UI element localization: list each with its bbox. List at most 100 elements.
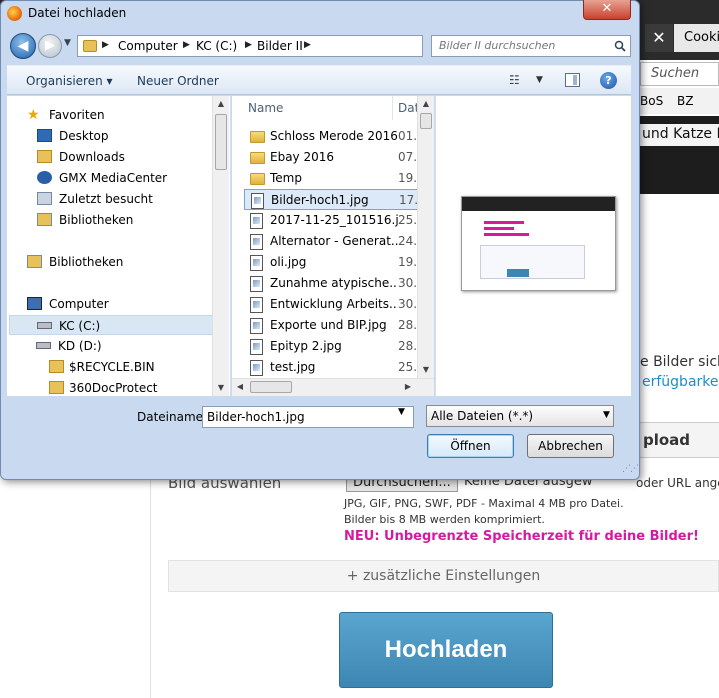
- scroll-down-icon[interactable]: ▼: [418, 362, 434, 378]
- bookmarks-bar: BoS BZ: [630, 88, 719, 114]
- filetype-dropdown-icon[interactable]: ▼: [603, 410, 610, 420]
- extra-settings-button[interactable]: + zusätzliche Einstellungen: [168, 560, 719, 592]
- folder-icon: [250, 152, 265, 164]
- new-folder-button[interactable]: Neuer Ordner: [137, 74, 219, 88]
- view-dropdown-icon[interactable]: ▼: [536, 75, 543, 85]
- file-row[interactable]: Zunahme atypische... 30.1: [244, 273, 434, 294]
- scroll-thumb[interactable]: [250, 381, 292, 393]
- nav-desktop[interactable]: Desktop: [37, 126, 109, 146]
- nav-libraries-fav[interactable]: Bibliotheken: [37, 210, 133, 230]
- folder-icon: [49, 360, 64, 373]
- folder-search-input[interactable]: Bilder II durchsuchen: [431, 35, 631, 57]
- or-url-text: oder URL angeb: [636, 476, 719, 490]
- nav-gmx[interactable]: GMX MediaCenter: [37, 168, 167, 188]
- column-divider[interactable]: [392, 96, 393, 120]
- preview-pane-icon[interactable]: [565, 73, 580, 87]
- file-name: Schloss Merode 2016: [270, 129, 398, 143]
- file-list: Name Dat Schloss Merode 2016 01.1 Ebay 201…: [232, 96, 434, 396]
- folder-icon: [49, 381, 64, 394]
- scroll-thumb[interactable]: [215, 114, 227, 170]
- nav-drive-d[interactable]: KD (D:): [36, 336, 102, 356]
- nav-label: Bibliotheken: [49, 255, 124, 269]
- breadcrumb-computer[interactable]: Computer: [118, 39, 178, 53]
- promo-text: NEU: Unbegrenzte Speicherzeit für deine …: [344, 529, 699, 544]
- search-icon[interactable]: [614, 40, 626, 52]
- chevron-right-icon[interactable]: ▶: [183, 40, 190, 50]
- open-button[interactable]: Öffnen: [427, 434, 514, 458]
- cancel-button[interactable]: Abbrechen: [527, 434, 614, 458]
- filename-dropdown-icon[interactable]: ▼: [398, 407, 405, 417]
- nav-folder-360[interactable]: 360DocProtect: [49, 378, 158, 396]
- file-row[interactable]: Ebay 2016 07.0: [244, 147, 434, 168]
- recent-icon: [37, 192, 52, 205]
- chevron-right-icon[interactable]: ▶: [304, 40, 311, 50]
- resize-grip-icon[interactable]: ⋰⋰: [622, 464, 639, 474]
- back-button[interactable]: ◀: [10, 33, 36, 59]
- bookmark-bz[interactable]: BZ: [677, 94, 693, 108]
- file-row[interactable]: Alternator - Generat... 24.1: [244, 231, 434, 252]
- file-name: Bilder-hoch1.jpg: [271, 193, 369, 207]
- nav-folder-recycle[interactable]: $RECYCLE.BIN: [49, 357, 155, 377]
- column-name[interactable]: Name: [248, 101, 283, 115]
- image-file-icon: [250, 255, 263, 271]
- view-icon[interactable]: ☷: [509, 73, 525, 87]
- close-button[interactable]: ✕: [583, 0, 631, 20]
- scroll-thumb[interactable]: [420, 113, 432, 129]
- image-file-icon: [250, 297, 263, 313]
- compress-text: Bilder bis 8 MB werden komprimiert.: [344, 513, 545, 526]
- tab-cookie[interactable]: Cookie: [674, 24, 719, 52]
- chevron-right-icon[interactable]: ▶: [102, 40, 109, 50]
- nav-recent[interactable]: Zuletzt besucht: [37, 189, 153, 209]
- file-row[interactable]: Exporte und BIP.jpg 28.1: [244, 315, 434, 336]
- file-name: Ebay 2016: [270, 150, 335, 164]
- info-link[interactable]: erfügbarkei: [642, 374, 719, 390]
- scroll-up-icon[interactable]: ▲: [418, 96, 434, 112]
- nav-drive-c[interactable]: KC (C:): [9, 315, 213, 335]
- image-file-icon: [250, 276, 263, 292]
- scroll-right-icon[interactable]: ▶: [400, 379, 416, 395]
- scroll-down-icon[interactable]: ▼: [213, 380, 229, 396]
- nav-computer[interactable]: Computer: [27, 294, 109, 314]
- help-icon[interactable]: ?: [600, 72, 617, 89]
- tab-upload[interactable]: pload: [636, 422, 719, 458]
- image-file-icon: [250, 360, 263, 376]
- organize-menu[interactable]: Organisieren ▾: [26, 74, 113, 88]
- breadcrumb-folder[interactable]: Bilder II: [257, 39, 303, 53]
- file-row[interactable]: test.jpg 25.1: [244, 357, 434, 378]
- file-row[interactable]: 2017-11-25_101516.j... 25.1: [244, 210, 434, 231]
- nav-label: 360DocProtect: [69, 381, 158, 395]
- tab-close-icon[interactable]: ✕: [645, 24, 673, 52]
- scroll-left-icon[interactable]: ◀: [232, 379, 248, 395]
- nav-label: KC (C:): [59, 319, 101, 333]
- bookmark-bos[interactable]: BoS: [640, 94, 663, 108]
- preview-thumbnail: [461, 196, 616, 291]
- filetype-select[interactable]: Alle Dateien (*.*): [426, 405, 614, 427]
- nav-downloads[interactable]: Downloads: [37, 147, 125, 167]
- file-name: Epityp 2.jpg: [270, 339, 342, 353]
- chevron-right-icon[interactable]: ▶: [245, 40, 252, 50]
- nav-scrollbar[interactable]: ▲ ▼: [212, 96, 229, 396]
- file-list-scrollbar[interactable]: ▲ ▼: [417, 96, 434, 378]
- file-name: oli.jpg: [270, 255, 307, 269]
- forward-button[interactable]: ▶: [38, 34, 62, 58]
- upload-button[interactable]: Hochladen: [339, 612, 553, 688]
- nav-label: Bibliotheken: [59, 213, 134, 227]
- history-dropdown-icon[interactable]: ▼: [64, 38, 71, 48]
- file-row[interactable]: Bilder-hoch1.jpg 17.0: [244, 189, 434, 210]
- file-row[interactable]: oli.jpg 19.1: [244, 252, 434, 273]
- file-row[interactable]: Schloss Merode 2016 01.1: [244, 126, 434, 147]
- nav-favorites[interactable]: ★ Favoriten: [27, 105, 105, 125]
- browser-search-input[interactable]: Suchen: [640, 62, 719, 86]
- nav-libraries[interactable]: Bibliotheken: [27, 252, 123, 272]
- file-name: Zunahme atypische...: [270, 276, 398, 290]
- filename-input[interactable]: Bilder-hoch1.jpg: [202, 406, 414, 428]
- file-row[interactable]: Epityp 2.jpg 28.1: [244, 336, 434, 357]
- file-row[interactable]: Entwicklung Arbeits... 30.1: [244, 294, 434, 315]
- file-list-hscrollbar[interactable]: ◀ ▶: [232, 378, 434, 396]
- formats-text: JPG, GIF, PNG, SWF, PDF - Maximal 4 MB p…: [344, 497, 624, 510]
- info-text: e Bilder sich: [640, 354, 719, 370]
- address-bar[interactable]: ▶ Computer ▶ KC (C:) ▶ Bilder II ▶ ⇆: [77, 35, 495, 57]
- breadcrumb-drive[interactable]: KC (C:): [196, 39, 237, 53]
- scroll-up-icon[interactable]: ▲: [213, 96, 229, 112]
- file-row[interactable]: Temp 19.0: [244, 168, 434, 189]
